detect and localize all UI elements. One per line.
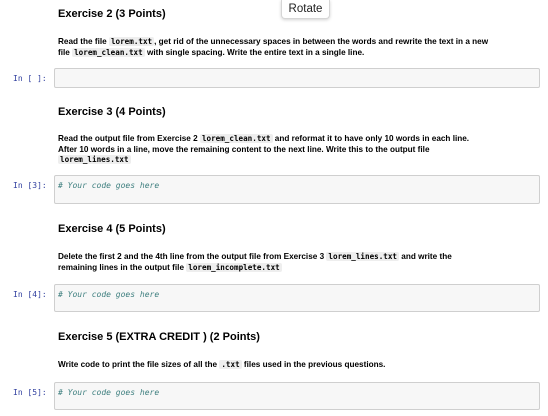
inline-code: .txt [219, 360, 242, 369]
rotate-button[interactable]: Rotate [281, 0, 330, 19]
text-segment: Delete the first 2 and the 4th line from… [58, 252, 327, 261]
code-cell-exercise-3[interactable]: # Your code goes here [54, 175, 540, 204]
inline-code: lorem.txt [108, 37, 155, 46]
text-segment: After 10 words in a line, move the remai… [58, 144, 430, 154]
text-segment: Read the file [58, 37, 109, 46]
cell-prompt-exercise-4: In [4]: [13, 290, 47, 299]
exercise-2-description: Read the file lorem.txt, get rid of the … [58, 37, 544, 58]
text-segment: files used in the previous questions. [241, 360, 386, 369]
inline-code: lorem_clean.txt [199, 134, 273, 143]
cell-prompt-exercise-5: In [5]: [13, 388, 47, 397]
exercise-3-description: Read the output file from Exercise 2 lor… [58, 134, 544, 166]
text-segment: , get rid of the unnecessary spaces in b… [154, 37, 489, 46]
text-segment: and write the [399, 252, 452, 261]
exercise-3-heading: Exercise 3 (4 Points) [58, 106, 166, 118]
text-segment: with single spacing. Write the entire te… [144, 47, 365, 57]
exercise-4-description: Delete the first 2 and the 4th line from… [58, 252, 544, 273]
cell-prompt-exercise-2: In [ ]: [13, 74, 47, 83]
inline-code: lorem_lines.txt [326, 252, 399, 261]
cell-prompt-exercise-3: In [3]: [13, 181, 47, 190]
text-segment: file [58, 47, 73, 57]
cell-code-text: # Your code goes here [58, 181, 160, 190]
exercise-2-heading: Exercise 2 (3 Points) [58, 8, 166, 20]
exercise-5-description: Write code to print the file sizes of al… [58, 360, 544, 371]
text-segment: and reformat it to have only 10 words in… [272, 134, 470, 143]
code-cell-exercise-4[interactable]: # Your code goes here [54, 284, 540, 312]
code-cell-exercise-5[interactable]: # Your code goes here [54, 382, 540, 410]
inline-code: lorem_lines.txt [58, 155, 131, 164]
exercise-5-heading: Exercise 5 (EXTRA CREDIT ) (2 Points) [58, 331, 260, 343]
cell-code-text: # Your code goes here [58, 388, 160, 397]
exercise-4-heading: Exercise 4 (5 Points) [58, 223, 166, 235]
text-segment: remaining lines in the output file [58, 262, 187, 272]
code-cell-exercise-2[interactable] [54, 68, 540, 88]
inline-code: lorem_clean.txt [72, 47, 145, 57]
text-segment: Read the output file from Exercise 2 [58, 134, 200, 143]
inline-code: lorem_incomplete.txt [186, 262, 282, 272]
cell-code-text: # Your code goes here [58, 290, 160, 299]
text-segment: Write code to print the file sizes of al… [58, 360, 220, 369]
